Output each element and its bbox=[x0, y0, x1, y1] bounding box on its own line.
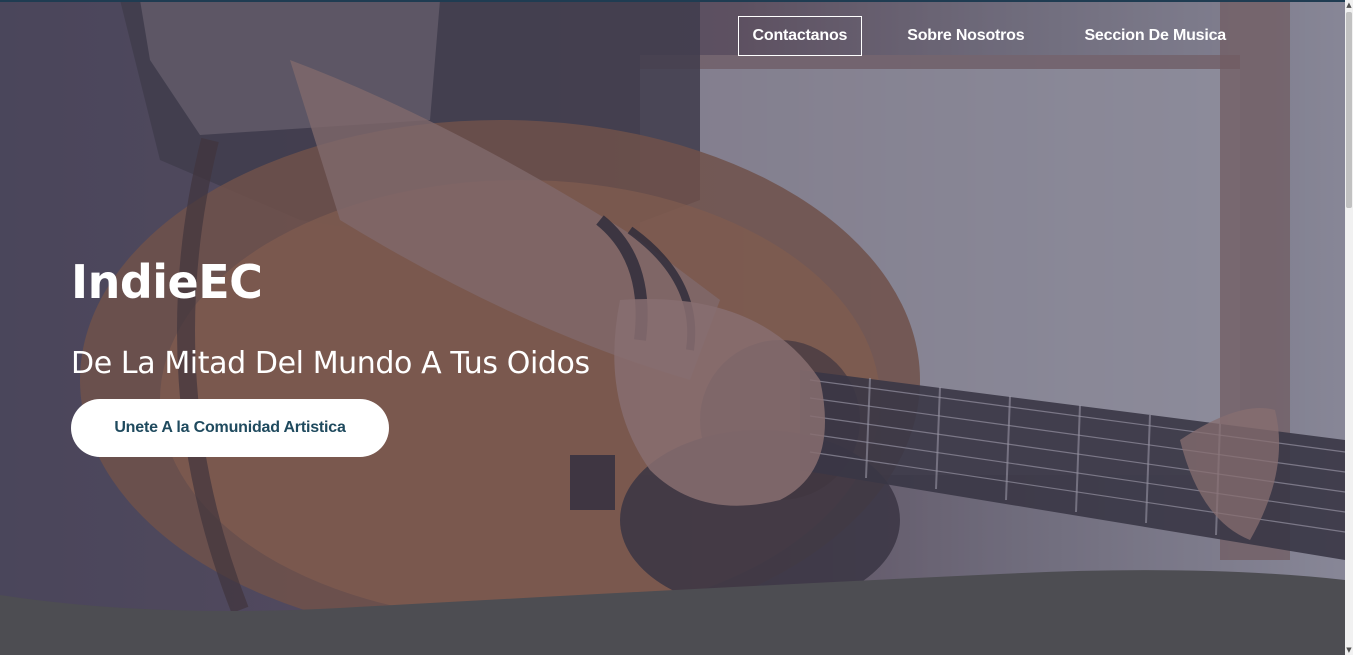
main-nav: Contactanos Sobre Nosotros Seccion De Mu… bbox=[737, 16, 1241, 56]
page-scrollbar[interactable]: ▲ ▼ bbox=[1345, 0, 1353, 655]
hero-tagline: De La Mitad Del Mundo A Tus Oidos bbox=[71, 346, 590, 381]
landing-page: Contactanos Sobre Nosotros Seccion De Mu… bbox=[0, 0, 1353, 655]
nav-item-seccion-de-musica[interactable]: Seccion De Musica bbox=[1069, 16, 1241, 56]
join-community-button[interactable]: Unete A la Comunidad Artistica bbox=[71, 399, 389, 457]
section-wave-divider bbox=[0, 570, 1345, 655]
scrollbar-thumb[interactable] bbox=[1346, 12, 1352, 208]
chevron-down-icon[interactable]: ▼ bbox=[1345, 645, 1353, 655]
nav-item-contactanos[interactable]: Contactanos bbox=[737, 16, 863, 56]
hero-section: Contactanos Sobre Nosotros Seccion De Mu… bbox=[0, 0, 1345, 655]
hero-overlay bbox=[0, 0, 1345, 655]
chevron-up-icon[interactable]: ▲ bbox=[1345, 0, 1353, 10]
top-rule bbox=[0, 0, 1345, 2]
nav-item-sobre-nosotros[interactable]: Sobre Nosotros bbox=[892, 16, 1039, 56]
brand-title: IndieEC bbox=[71, 255, 263, 309]
